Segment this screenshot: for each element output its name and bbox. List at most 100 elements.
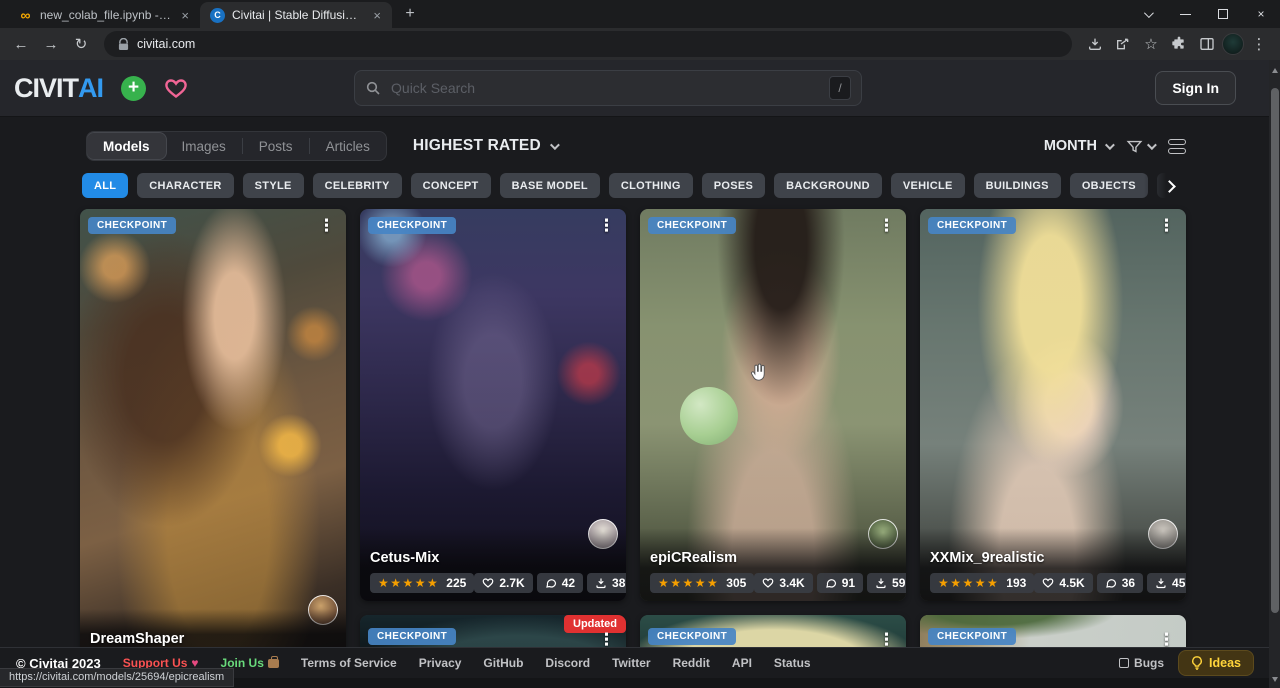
footer-link-status[interactable]: Status xyxy=(774,656,811,670)
model-card-dreamshaper[interactable]: CHECKPOINT ⋮ DreamShaper xyxy=(80,209,346,655)
category-pill-buildings[interactable]: BUILDINGS xyxy=(974,173,1061,198)
category-pill-character[interactable]: CHARACTER xyxy=(137,173,233,198)
colab-icon: ∞ xyxy=(18,8,33,23)
comment-icon xyxy=(1105,577,1117,589)
comment-icon xyxy=(545,577,557,589)
comments-count: 91 xyxy=(842,576,855,590)
downloads-icon[interactable] xyxy=(1082,31,1108,57)
reload-button[interactable]: ↻ xyxy=(68,31,94,57)
browser-tab-colab[interactable]: ∞ new_colab_file.ipynb - Colaborat × xyxy=(8,2,200,28)
likes-pill: 4.5K xyxy=(1034,573,1092,593)
content-type-tabs: Models Images Posts Articles xyxy=(86,131,387,161)
close-tab-icon[interactable]: × xyxy=(370,8,384,23)
browser-tab-civitai[interactable]: C Civitai | Stable Diffusion models, × xyxy=(200,2,392,28)
bubble-gum-shape xyxy=(680,387,738,445)
period-dropdown[interactable]: MONTH xyxy=(1044,138,1112,154)
footer-link-privacy[interactable]: Privacy xyxy=(419,656,462,670)
browser-profile-avatar[interactable] xyxy=(1222,33,1244,55)
back-button[interactable]: ← xyxy=(8,31,34,57)
model-card-grid: CHECKPOINT ⋮ DreamShaper CHECKPOINT ⋮ Ce… xyxy=(80,209,1280,655)
search-icon xyxy=(365,80,381,96)
footer-link-terms[interactable]: Terms of Service xyxy=(301,656,397,670)
create-button[interactable]: + xyxy=(121,76,146,101)
model-card-epicrealism[interactable]: CHECKPOINT ⋮ epiCRealism ★★★★★ 305 3.4K xyxy=(640,209,906,601)
footer-link-twitter[interactable]: Twitter xyxy=(612,656,650,670)
likes-count: 2.7K xyxy=(499,576,524,590)
card-menu-button[interactable]: ⋮ xyxy=(873,215,900,236)
category-pill-objects[interactable]: OBJECTS xyxy=(1070,173,1148,198)
tab-title: new_colab_file.ipynb - Colaborat xyxy=(40,8,171,22)
downloads-count: 38K xyxy=(612,576,626,590)
tab-posts[interactable]: Posts xyxy=(243,132,309,160)
forward-button[interactable]: → xyxy=(38,31,64,57)
side-panel-icon[interactable] xyxy=(1194,31,1220,57)
categories-scroll-right-button[interactable] xyxy=(1144,173,1178,199)
bug-icon xyxy=(1119,658,1129,668)
downloads-pill: 38K xyxy=(587,573,626,593)
browser-window: ∞ new_colab_file.ipynb - Colaborat × C C… xyxy=(0,0,1280,688)
category-pill-style[interactable]: STYLE xyxy=(243,173,304,198)
browser-toolbar: ← → ↻ civitai.com ☆ ⋮ xyxy=(0,28,1280,60)
browser-tabstrip: ∞ new_colab_file.ipynb - Colaborat × C C… xyxy=(0,0,1280,28)
ideas-button[interactable]: Ideas xyxy=(1178,650,1254,676)
star-rating-icon: ★★★★★ xyxy=(938,576,999,590)
window-menu-button[interactable] xyxy=(1128,0,1166,28)
card-menu-button[interactable]: ⋮ xyxy=(1153,215,1180,236)
scroll-down-icon[interactable] xyxy=(1272,677,1278,682)
maximize-button[interactable] xyxy=(1204,0,1242,28)
new-tab-button[interactable]: + xyxy=(398,2,422,26)
civitai-logo[interactable]: CIVITAI xyxy=(14,73,103,104)
sort-label: HIGHEST RATED xyxy=(413,137,541,155)
likes-count: 3.4K xyxy=(779,576,804,590)
card-menu-button[interactable]: ⋮ xyxy=(593,215,620,236)
status-url-tooltip: https://civitai.com/models/25694/epicrea… xyxy=(0,668,234,687)
rating-pill: ★★★★★ 225 xyxy=(370,573,474,593)
browser-menu-icon[interactable]: ⋮ xyxy=(1246,31,1272,57)
close-tab-icon[interactable]: × xyxy=(178,8,192,23)
model-card-cetus-mix[interactable]: CHECKPOINT ⋮ Cetus-Mix ★★★★★ 225 2.7K xyxy=(360,209,626,601)
category-pill-background[interactable]: BACKGROUND xyxy=(774,173,882,198)
scroll-up-icon[interactable] xyxy=(1272,68,1278,73)
heart-icon xyxy=(1042,577,1054,589)
category-pill-concept[interactable]: CONCEPT xyxy=(411,173,491,198)
category-pill-vehicle[interactable]: VEHICLE xyxy=(891,173,965,198)
category-pill-poses[interactable]: POSES xyxy=(702,173,765,198)
chevron-down-icon xyxy=(1147,140,1157,150)
category-pill-clothing[interactable]: CLOTHING xyxy=(609,173,693,198)
footer-link-github[interactable]: GitHub xyxy=(483,656,523,670)
minimize-button[interactable] xyxy=(1166,0,1204,28)
bookmark-star-icon[interactable]: ☆ xyxy=(1138,31,1164,57)
close-window-button[interactable]: × xyxy=(1242,0,1280,28)
card-menu-button[interactable]: ⋮ xyxy=(313,215,340,236)
sort-dropdown[interactable]: HIGHEST RATED xyxy=(413,137,557,155)
support-heart-icon[interactable] xyxy=(164,77,188,99)
model-title: epiCRealism xyxy=(650,550,896,566)
minimize-icon xyxy=(1180,14,1191,15)
footer-link-discord[interactable]: Discord xyxy=(545,656,590,670)
search-input[interactable] xyxy=(391,80,819,96)
tab-images[interactable]: Images xyxy=(166,132,242,160)
model-card-xxmix-9realistic[interactable]: CHECKPOINT ⋮ XXMix_9realistic ★★★★★ 193 … xyxy=(920,209,1186,601)
likes-pill: 2.7K xyxy=(474,573,532,593)
lightbulb-icon xyxy=(1191,656,1203,670)
checkpoint-badge: CHECKPOINT xyxy=(368,217,456,234)
tab-models[interactable]: Models xyxy=(86,132,167,160)
scrollbar-thumb[interactable] xyxy=(1271,88,1279,613)
bugs-button[interactable]: Bugs xyxy=(1119,656,1164,670)
extensions-icon[interactable] xyxy=(1166,31,1192,57)
search-shortcut-badge: / xyxy=(829,76,851,100)
address-bar[interactable]: civitai.com xyxy=(104,31,1072,57)
category-pill-base-model[interactable]: BASE MODEL xyxy=(500,173,600,198)
share-icon[interactable] xyxy=(1110,31,1136,57)
footer-link-reddit[interactable]: Reddit xyxy=(673,656,710,670)
card-layout-toggle[interactable] xyxy=(1168,139,1186,154)
sign-in-button[interactable]: Sign In xyxy=(1155,71,1236,105)
page-scrollbar[interactable] xyxy=(1269,60,1280,688)
category-pill-celebrity[interactable]: CELEBRITY xyxy=(313,173,402,198)
category-filter-row: ALL CHARACTER STYLE CELEBRITY CONCEPT BA… xyxy=(82,173,1178,199)
category-pill-all[interactable]: ALL xyxy=(82,173,128,198)
tab-articles[interactable]: Articles xyxy=(310,132,386,160)
footer-link-api[interactable]: API xyxy=(732,656,752,670)
quick-search-bar[interactable]: / xyxy=(354,70,862,106)
filter-dropdown[interactable] xyxy=(1126,138,1154,155)
